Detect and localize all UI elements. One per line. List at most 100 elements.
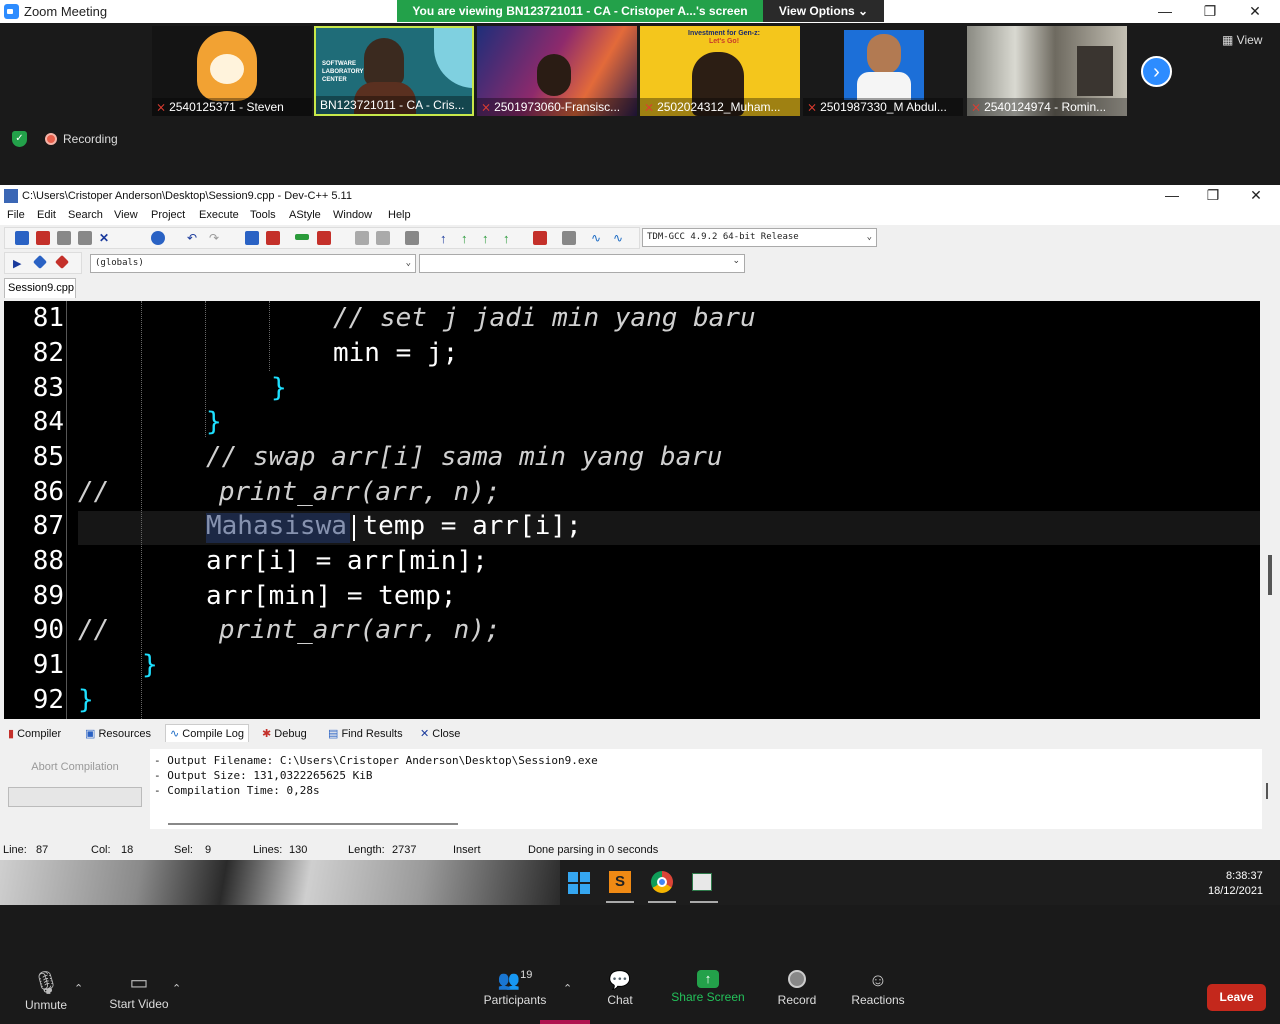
indent-icon[interactable]: [295, 234, 309, 240]
chevron-down-icon: ⌄: [732, 255, 740, 265]
chevron-up-icon[interactable]: ⌃: [74, 982, 83, 995]
menu-project[interactable]: Project: [151, 209, 185, 221]
chevron-up-icon[interactable]: ⌃: [563, 982, 572, 995]
participants-indicator: [540, 1020, 590, 1024]
goto-icon[interactable]: ▶: [13, 257, 27, 271]
log-vertical-thumb[interactable]: [1266, 783, 1268, 799]
reactions-button[interactable]: ☺ Reactions: [848, 970, 908, 1007]
close-icon[interactable]: ✕: [1240, 2, 1270, 20]
close-icon[interactable]: ✕: [1241, 186, 1271, 204]
next-page-arrow-icon[interactable]: ›: [1141, 56, 1172, 87]
menu-search[interactable]: Search: [68, 209, 103, 221]
new-file-icon[interactable]: [15, 231, 29, 245]
minimize-icon[interactable]: —: [1150, 2, 1180, 20]
status-sel-label: Sel:: [174, 844, 193, 856]
scope-select[interactable]: (globals) ⌄: [90, 254, 416, 273]
status-length-label: Length:: [348, 844, 385, 856]
rebuild-icon[interactable]: ↑: [503, 231, 517, 246]
start-windows-icon[interactable]: [568, 872, 590, 894]
tab-compile-log[interactable]: ∿ Compile Log: [165, 724, 250, 742]
chat-icon: 💬: [608, 970, 632, 990]
tab-resources[interactable]: ▣ Resources: [85, 727, 151, 740]
save-all-icon[interactable]: [78, 231, 92, 245]
participant-thumb[interactable]: ⨯ 2501973060-Fransisc...: [477, 26, 637, 116]
unmute-button[interactable]: 🎙 Unmute: [22, 970, 70, 1012]
arrow-up-green-2-icon[interactable]: ↑: [482, 231, 496, 246]
sublime-text-icon[interactable]: S: [609, 871, 631, 893]
participant-thumb[interactable]: ⨯ 2540124974 - Romin...: [967, 26, 1127, 116]
chevron-up-icon[interactable]: ⌃: [172, 982, 181, 995]
leave-meeting-button[interactable]: Leave: [1207, 984, 1266, 1011]
member-select[interactable]: ⌄: [419, 254, 745, 273]
participant-thumb-active-speaker[interactable]: SOFTWARE LABORATORY CENTER BN123721011 - C…: [314, 26, 474, 116]
recording-label[interactable]: Recording: [63, 132, 118, 146]
debug-icon[interactable]: [533, 231, 547, 245]
participants-button[interactable]: 👥19 Participants: [480, 969, 550, 1007]
line-number: 82: [32, 338, 64, 368]
tab-close[interactable]: ✕ Close: [420, 727, 460, 740]
close-file-icon[interactable]: ✕: [99, 231, 113, 245]
editor-scrollbar[interactable]: [1260, 301, 1280, 719]
taskbar-clock-time[interactable]: 8:38:37: [1226, 870, 1263, 882]
tab-debug[interactable]: ✱ Debug: [262, 727, 307, 740]
log-line: - Output Size: 131,0322265625 KiB: [154, 769, 373, 782]
tab-find-results[interactable]: ▤ Find Results: [328, 727, 403, 740]
menu-help[interactable]: Help: [388, 209, 411, 221]
participant-thumb[interactable]: Investment for Gen-z: Let's Go! ⨯ 25020243…: [640, 26, 800, 116]
file-tab-session9[interactable]: Session9.cpp: [4, 278, 76, 298]
menu-execute[interactable]: Execute: [199, 209, 239, 221]
menu-edit[interactable]: Edit: [37, 209, 56, 221]
goto-declaration-icon[interactable]: [32, 254, 48, 270]
code-editor[interactable]: 81 // set j jadi min yang baru 82 min = …: [4, 301, 1260, 719]
editor-scroll-thumb[interactable]: [1268, 555, 1272, 595]
save-icon[interactable]: [57, 231, 71, 245]
stop-icon[interactable]: [562, 231, 576, 245]
chat-button[interactable]: 💬 Chat: [600, 970, 640, 1007]
minimize-icon[interactable]: —: [1157, 186, 1187, 204]
compile-run-icon[interactable]: [405, 231, 419, 245]
line-number: 92: [32, 685, 64, 715]
menu-window[interactable]: Window: [333, 209, 372, 221]
arrow-up-blue-icon[interactable]: ↑: [440, 231, 454, 246]
mic-muted-icon: ⨯: [971, 100, 982, 114]
menu-view[interactable]: View: [114, 209, 138, 221]
menu-astyle[interactable]: AStyle: [289, 209, 321, 221]
tab-compiler[interactable]: ▮ Compiler: [8, 727, 61, 740]
security-shield-icon[interactable]: ✓: [12, 131, 27, 147]
menu-tools[interactable]: Tools: [250, 209, 276, 221]
profile-icon[interactable]: ∿: [591, 231, 605, 245]
room-furniture-icon: [1077, 46, 1113, 96]
compiler-select[interactable]: TDM-GCC 4.9.2 64-bit Release ⌄: [642, 228, 877, 247]
recording-dot-icon: [45, 133, 57, 145]
status-line-label: Line:: [3, 844, 27, 856]
print-icon[interactable]: [151, 231, 165, 245]
record-button[interactable]: Record: [774, 970, 820, 1007]
undo-icon[interactable]: ↶: [187, 231, 201, 245]
mic-muted-icon: ⨯: [481, 100, 492, 114]
log-horizontal-thumb[interactable]: [168, 823, 458, 825]
view-options-button[interactable]: View Options ⌄: [763, 0, 884, 22]
replace-icon[interactable]: [266, 231, 280, 245]
view-button[interactable]: ▦ View: [1222, 33, 1262, 47]
run-icon[interactable]: [376, 231, 390, 245]
open-file-icon[interactable]: [36, 231, 50, 245]
abort-compilation-button[interactable]: Abort Compilation: [8, 755, 142, 779]
menu-file[interactable]: File: [7, 209, 25, 221]
arrow-up-green-icon[interactable]: ↑: [461, 231, 475, 246]
participant-thumb[interactable]: ⨯ 2540125371 - Steven: [152, 26, 312, 116]
compile-icon[interactable]: [355, 231, 369, 245]
taskbar-clock-date[interactable]: 18/12/2021: [1208, 885, 1263, 897]
share-screen-button[interactable]: ↑ Share Screen: [670, 970, 746, 1004]
restore-icon[interactable]: ❐: [1195, 2, 1225, 20]
redo-icon[interactable]: ↷: [209, 231, 223, 245]
devcpp-taskbar-icon[interactable]: [692, 873, 712, 891]
participant-thumb[interactable]: ⨯ 2501987330_M Abdul...: [803, 26, 963, 116]
restore-icon[interactable]: ❐: [1198, 186, 1228, 204]
profile-analysis-icon[interactable]: ∿: [613, 231, 627, 245]
toggle-bookmark-icon[interactable]: [317, 231, 331, 245]
start-video-button[interactable]: ▭ Start Video: [104, 970, 174, 1011]
goto-definition-icon[interactable]: [54, 254, 70, 270]
chrome-icon[interactable]: [651, 871, 673, 893]
compile-log-output: - Output Filename: C:\Users\Cristoper An…: [150, 749, 1262, 817]
find-icon[interactable]: [245, 231, 259, 245]
